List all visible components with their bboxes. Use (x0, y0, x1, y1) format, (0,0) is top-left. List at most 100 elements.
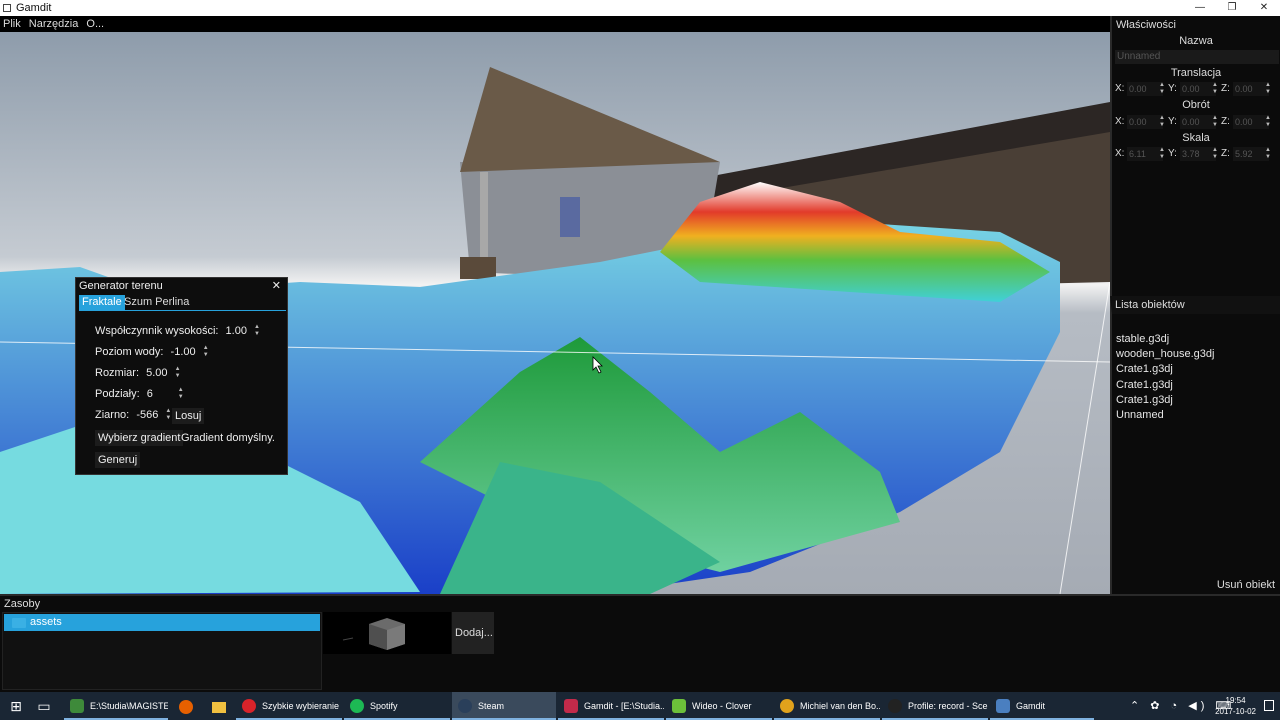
file-explorer-icon (70, 699, 84, 713)
taskbar-app[interactable]: Szybkie wybieranie ... (236, 692, 342, 720)
spotify-icon (350, 699, 364, 713)
list-item[interactable]: Crate1.g3dj (1116, 362, 1214, 377)
name-field[interactable]: Unnamed (1115, 50, 1279, 64)
random-seed-button[interactable]: Losuj (172, 408, 205, 424)
taskbar: ⊞ ▭ E:\Studia\MAGISTE... Szybkie wybiera… (0, 692, 1280, 720)
translation-x-field[interactable]: 0.00 (1127, 82, 1163, 96)
clover-icon (672, 699, 686, 713)
list-item[interactable]: Crate1.g3dj (1116, 393, 1214, 408)
rotation-row: X: 0.00 ▲ ▼ Y: 0.00 ▲ ▼ Z: 0.00 ▲ ▼ (1115, 115, 1271, 129)
size-spinner[interactable]: ▲ ▼ (175, 366, 181, 380)
assets-folder-item[interactable]: assets (4, 614, 320, 631)
terrain-generator-dialog: Generator terenu ✕ Fraktale Szum Perlina… (75, 277, 288, 475)
add-asset-button[interactable]: Dodaj... (452, 612, 494, 654)
scale-x-spinner[interactable]: ▲ ▼ (1159, 147, 1165, 161)
rotation-z-spinner[interactable]: ▲ ▼ (1265, 115, 1271, 129)
taskbar-app[interactable]: E:\Studia\MAGISTE... (64, 692, 168, 720)
list-item[interactable]: wooden_house.g3dj (1116, 347, 1214, 362)
height-label: Współczynnik wysokości: (95, 325, 219, 337)
translation-y-field[interactable]: 0.00 (1180, 82, 1216, 96)
taskbar-app[interactable]: Wideo - Clover (666, 692, 772, 720)
assets-tree: assets (2, 612, 322, 690)
taskbar-app[interactable]: Steam (452, 692, 556, 720)
taskbar-app[interactable]: Spotify (344, 692, 450, 720)
object-list: stable.g3dj wooden_house.g3dj Crate1.g3d… (1116, 332, 1214, 423)
clock-time: 19:54 (1225, 696, 1246, 705)
folder-taskbar-icon[interactable] (203, 692, 235, 720)
object-list-panel: Lista obiektów stable.g3dj wooden_house.… (1110, 296, 1280, 594)
water-input[interactable]: -1.00 (171, 345, 196, 360)
clock[interactable]: 19:54 2017-10-02 (1215, 695, 1256, 717)
delete-object-button[interactable]: Usuń obiekt (1217, 579, 1275, 591)
scale-y-spinner[interactable]: ▲ ▼ (1212, 147, 1218, 161)
taskbar-app[interactable]: Profile: record - Sce... (882, 692, 988, 720)
taskbar-app[interactable]: Gamdit - [E:\Studia... (558, 692, 664, 720)
size-row: Rozmiar: 5.00 ▲ ▼ (95, 366, 181, 381)
scale-label: Skala (1182, 132, 1210, 144)
rotation-y-spinner[interactable]: ▲ ▼ (1212, 115, 1218, 129)
scale-z-spinner[interactable]: ▲ ▼ (1265, 147, 1271, 161)
translation-z-spinner[interactable]: ▲ ▼ (1265, 82, 1271, 96)
folder-label: assets (30, 616, 62, 628)
divisions-input[interactable]: 6 (147, 387, 171, 402)
water-row: Poziom wody: -1.00 ▲ ▼ (95, 345, 209, 360)
size-label: Rozmiar: (95, 367, 140, 379)
seed-row: Ziarno: -566 ▲ ▼ (95, 408, 171, 423)
window-title: Gamdit (16, 2, 52, 14)
water-spinner[interactable]: ▲ ▼ (203, 345, 209, 359)
rotation-x-spinner[interactable]: ▲ ▼ (1159, 115, 1165, 129)
seed-input[interactable]: -566 (136, 408, 158, 423)
assets-header: Zasoby (4, 598, 41, 610)
gamdit-icon (996, 699, 1010, 713)
taskbar-app[interactable]: Michiel van den Bo... (774, 692, 880, 720)
rotation-x-field[interactable]: 0.00 (1127, 115, 1163, 129)
height-row: Współczynnik wysokości: 1.00 ▲ ▼ (95, 324, 260, 339)
choose-gradient-button[interactable]: Wybierz gradient (95, 430, 184, 446)
object-list-header: Lista obiektów (1115, 299, 1185, 311)
close-button[interactable]: ✕ (1248, 0, 1280, 16)
divisions-spinner[interactable]: ▲ ▼ (178, 387, 184, 401)
title-bar: Gamdit — ❐ ✕ (0, 0, 1280, 16)
translation-label: Translacja (1170, 67, 1222, 79)
scale-x-field[interactable]: 6.11 (1127, 147, 1163, 161)
dialog-close-icon[interactable]: ✕ (272, 279, 281, 292)
name-label: Nazwa (1179, 35, 1213, 47)
assets-panel: Zasoby assets Dodaj... (0, 594, 1280, 692)
minimize-button[interactable]: — (1184, 0, 1216, 16)
scale-z-field[interactable]: 5.92 (1233, 147, 1269, 161)
water-label: Poziom wody: (95, 346, 164, 358)
system-tray: ⌃ ✿ ◔ ◀) ⌨ 19:54 2017-10-02 (1130, 692, 1280, 720)
tab-perlin-noise[interactable]: Szum Perlina (121, 295, 192, 310)
size-input[interactable]: 5.00 (146, 366, 167, 381)
tab-fractals[interactable]: Fraktale (79, 295, 125, 310)
menu-about[interactable]: O... (83, 16, 106, 32)
list-item[interactable]: stable.g3dj (1116, 332, 1214, 347)
task-view-icon[interactable]: ▭ (28, 692, 60, 720)
height-input[interactable]: 1.00 (226, 324, 247, 339)
translation-z-field[interactable]: 0.00 (1233, 82, 1269, 96)
seed-spinner[interactable]: ▲ ▼ (165, 408, 171, 422)
menu-file[interactable]: Plik (0, 16, 23, 32)
divisions-label: Podziały: (95, 388, 140, 400)
rotation-label: Obrót (1182, 99, 1210, 111)
divisions-row: Podziały: 6 ▲ ▼ (95, 387, 184, 402)
maximize-button[interactable]: ❐ (1216, 0, 1248, 16)
unity-icon (888, 699, 902, 713)
steam-icon (458, 699, 472, 713)
asset-thumbnail[interactable] (323, 612, 451, 654)
scale-y-field[interactable]: 3.78 (1180, 147, 1216, 161)
rotation-z-field[interactable]: 0.00 (1233, 115, 1269, 129)
seed-label: Ziarno: (95, 409, 130, 421)
list-item[interactable]: Unnamed (1116, 408, 1214, 423)
taskbar-app[interactable]: Gamdit (990, 692, 1094, 720)
app-window: Gamdit — ❐ ✕ Plik Narzędzia O... Właściw… (0, 0, 1280, 720)
notification-icon[interactable] (1264, 700, 1274, 711)
firefox-icon[interactable] (170, 692, 202, 720)
translation-y-spinner[interactable]: ▲ ▼ (1212, 82, 1218, 96)
rotation-y-field[interactable]: 0.00 (1180, 115, 1216, 129)
menu-tools[interactable]: Narzędzia (26, 16, 81, 32)
height-spinner[interactable]: ▲ ▼ (254, 324, 260, 338)
generate-button[interactable]: Generuj (95, 452, 141, 468)
translation-x-spinner[interactable]: ▲ ▼ (1159, 82, 1165, 96)
list-item[interactable]: Crate1.g3dj (1116, 378, 1214, 393)
